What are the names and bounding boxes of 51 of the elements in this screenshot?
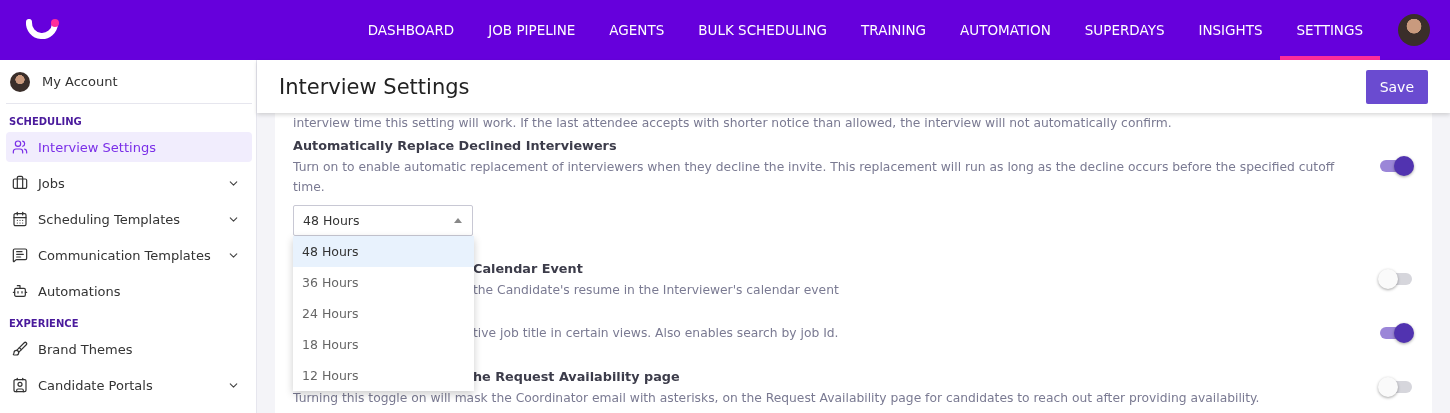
sidebar-item[interactable]: Candidate Portals xyxy=(6,370,252,400)
dropdown-option[interactable]: 36 Hours xyxy=(293,267,474,298)
calendar-icon xyxy=(12,211,28,227)
sidebar-item[interactable]: Scheduling Templates xyxy=(6,204,252,234)
setting-title: Automatically Replace Declined Interviewers xyxy=(293,137,618,155)
setting-description: Turning this toggle on will mask the Coordinator email with asterisks, on the Request Availability page for candidates to reach out after providing availability. xyxy=(293,390,1261,407)
sidebar-item[interactable]: Brand Themes xyxy=(6,334,252,364)
setting-description: tive job title in certain views. Also enables search by job Id. xyxy=(473,325,840,342)
nav-tab[interactable]: AGENTS xyxy=(592,0,682,60)
sidebar-label: Interview Settings xyxy=(38,139,157,155)
caret-up-icon xyxy=(454,218,462,223)
setting-description: interview time this setting will work. If the last attendee accepts with shorter notice than allowed, the interview will not automatically confirm. xyxy=(293,115,1173,132)
sidebar-label: Automations xyxy=(38,283,122,299)
sidebar-label: Brand Themes xyxy=(38,341,134,357)
section-heading: EXPERIENCE xyxy=(8,317,80,331)
setting-title: Calendar Event xyxy=(473,260,584,278)
section-heading: SCHEDULING xyxy=(8,115,83,129)
user-avatar[interactable] xyxy=(1398,14,1430,46)
dropdown-option[interactable]: 24 Hours xyxy=(293,298,474,329)
setting-title: he Request Availability page xyxy=(473,368,681,386)
save-button[interactable]: Save xyxy=(1365,69,1428,104)
setting-description: the Candidate's resume in the Interviewer's calendar event xyxy=(473,282,840,299)
nav-tab[interactable]: JOB PIPELINE xyxy=(471,0,593,60)
sidebar-label: Jobs xyxy=(38,175,66,191)
logo-icon xyxy=(24,18,60,42)
sidebar-item[interactable]: Communication Templates xyxy=(6,240,252,270)
nav-tab[interactable]: TRAINING xyxy=(844,0,943,60)
nav-tab[interactable]: AUTOMATION xyxy=(943,0,1068,60)
brush-icon xyxy=(12,341,28,357)
dropdown-option[interactable]: 18 Hours xyxy=(293,329,474,360)
dropdown-option[interactable]: 48 Hours xyxy=(293,236,474,267)
account-link[interactable]: My Account xyxy=(42,74,118,89)
sidebar-label: Candidate Portals xyxy=(38,377,154,393)
briefcase-icon xyxy=(12,175,28,191)
user-avatar xyxy=(10,71,30,92)
nav-tab[interactable]: BULK SCHEDULING xyxy=(681,0,845,60)
sidebar-item[interactable]: Interview Settings xyxy=(6,132,252,162)
people-icon xyxy=(12,139,28,155)
chat-icon xyxy=(12,247,28,263)
page-title: Interview Settings xyxy=(279,74,470,99)
sidebar-item[interactable]: Jobs xyxy=(6,168,252,198)
robot-icon xyxy=(12,283,28,299)
nav-tab[interactable]: DASHBOARD xyxy=(350,0,472,60)
nav-tab[interactable]: INSIGHTS xyxy=(1181,0,1280,60)
sidebar-label: Scheduling Templates xyxy=(38,211,182,227)
setting-description: Turn on to enable automatic replacement of interviewers when they decline the invite. This replacement will run as long as the decline occurs before the specified cutoff time. xyxy=(293,159,1336,196)
sidebar-label: Communication Templates xyxy=(38,247,212,263)
dropdown-option[interactable]: 12 Hours xyxy=(293,360,474,391)
sidebar-item[interactable]: Automations xyxy=(6,276,252,306)
contact-card-icon xyxy=(12,377,28,393)
nav-tab[interactable]: SUPERDAYS xyxy=(1067,0,1182,60)
